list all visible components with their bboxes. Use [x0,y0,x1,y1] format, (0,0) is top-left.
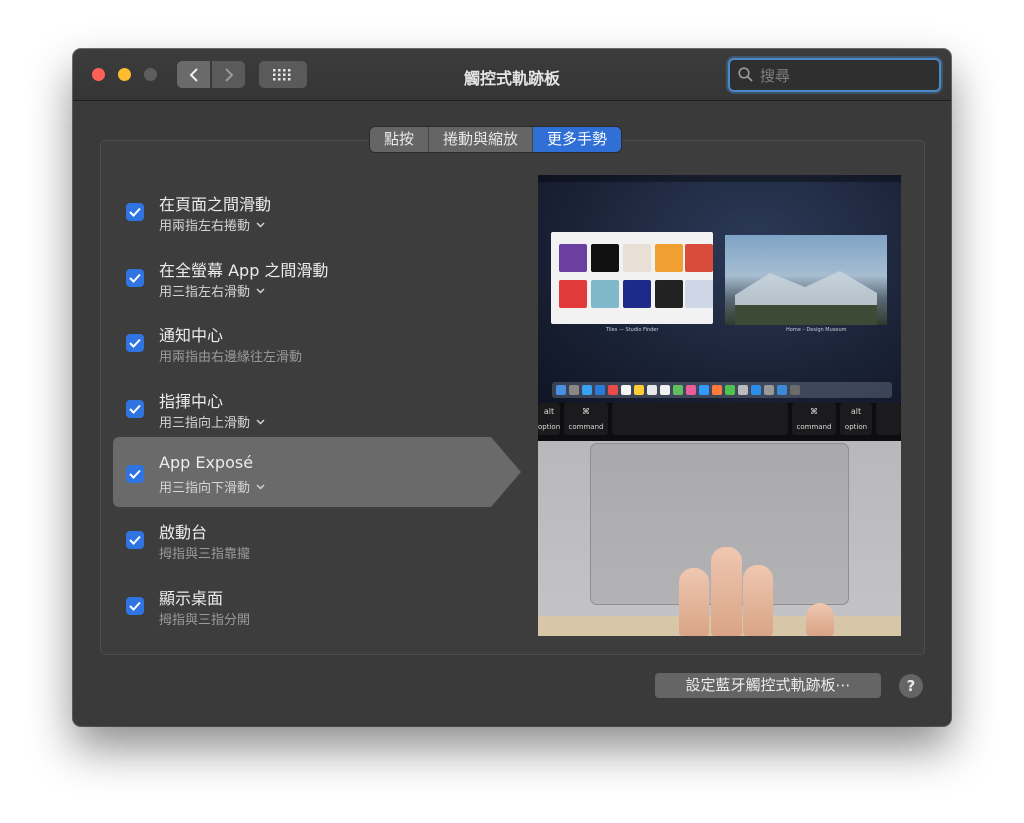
gesture-preview-video: Tiles — Studio Finder Home – Design Muse… [538,175,901,636]
preview-window-right-label: Home – Design Museum [786,327,847,333]
gesture-subtitle: 拇指與三指靠攏 [159,547,251,562]
checkbox[interactable] [126,334,144,352]
museum-building-icon [735,271,877,325]
checkmark-icon [129,535,141,545]
checkbox[interactable] [126,269,144,287]
checkmark-icon [129,601,141,611]
checkmark-icon [129,404,141,414]
preview-finger-middle [711,547,742,636]
key-arrow [876,403,901,435]
title-bar: 觸控式軌跡板 [73,49,951,101]
checkmark-icon [129,469,141,479]
checkmark-icon [129,273,141,283]
system-preferences-window: 觸控式軌跡板 點按 捲動與縮放 更多手勢 在頁面之間滑動 用兩指左右捲動 在全螢… [73,49,951,726]
checkmark-icon [129,338,141,348]
gesture-title: 啟動台 [159,523,208,542]
chevron-down-icon [256,221,265,228]
checkbox[interactable] [126,400,144,418]
checkbox[interactable] [126,597,144,615]
gesture-title: 顯示桌面 [159,589,224,608]
gesture-row-show-desktop[interactable]: 顯示桌面 拇指與三指分開 [113,569,521,639]
gesture-title: 在頁面之間滑動 [159,195,272,214]
chevron-down-icon [256,287,265,294]
preview-thumb [806,603,834,636]
gesture-row-notification-center[interactable]: 通知中心 用兩指由右邊緣往左滑動 [113,306,521,376]
gesture-option-menu[interactable]: 用三指左右滑動 [159,281,265,300]
preview-dock [552,382,892,398]
help-button[interactable]: ? [899,674,923,698]
key-command-right: ⌘ command [792,403,836,435]
gesture-subtitle: 用三指向上滑動 [159,416,251,431]
gesture-option-menu[interactable]: 用兩指左右捲動 [159,215,265,234]
gesture-subtitle: 用三指左右滑動 [159,285,251,300]
preview-window-right [725,235,887,325]
checkmark-icon [129,207,141,217]
search-icon [738,67,753,82]
gesture-row-mission-control[interactable]: 指揮中心 用三指向上滑動 [113,372,521,442]
tab-scroll-and-zoom[interactable]: 捲動與縮放 [429,127,534,152]
gesture-row-launchpad[interactable]: 啟動台 拇指與三指靠攏 [113,503,521,573]
preview-finger-ring [743,565,773,636]
gesture-subtitle: 用兩指由右邊緣往左滑動 [159,350,303,365]
gesture-row-app-expose[interactable]: App Exposé 用三指向下滑動 [113,437,521,507]
setup-bluetooth-trackpad-button[interactable]: 設定藍牙觸控式軌跡板⋯ [655,673,881,698]
gesture-title: 通知中心 [159,326,224,345]
gesture-subtitle: 拇指與三指分開 [159,613,251,628]
gesture-option-menu[interactable]: 用三指向下滑動 [159,477,265,496]
gesture-row-swipe-between-fullscreen-apps[interactable]: 在全螢幕 App 之間滑動 用三指左右滑動 [113,241,521,311]
gesture-title: 指揮中心 [159,392,224,411]
gesture-subtitle: 用兩指左右捲動 [159,219,251,234]
preview-window-left-label: Tiles — Studio Finder [606,327,659,333]
tab-more-gestures[interactable]: 更多手勢 [533,127,622,152]
preview-finger-index [679,568,709,636]
search-input[interactable] [758,64,932,88]
checkbox[interactable] [126,531,144,549]
gesture-subtitle: 用三指向下滑動 [159,481,251,496]
checkbox[interactable] [126,203,144,221]
key-option-right: alt option [840,403,872,435]
preview-window-left [551,232,713,324]
gesture-title: App Exposé [159,453,254,472]
tab-bar: 點按 捲動與縮放 更多手勢 [370,127,622,152]
tab-point-and-click[interactable]: 點按 [370,127,430,152]
preview-menu-bar [538,175,901,182]
key-command-left: ⌘ command [564,403,608,435]
gesture-option-menu[interactable]: 用三指向上滑動 [159,412,265,431]
search-field[interactable] [728,58,941,92]
chevron-down-icon [256,418,265,425]
key-space [612,403,788,435]
gesture-row-swipe-between-pages[interactable]: 在頁面之間滑動 用兩指左右捲動 [113,175,521,245]
checkbox[interactable] [126,465,144,483]
key-option-left: alt option [538,403,560,435]
gesture-title: 在全螢幕 App 之間滑動 [159,261,329,280]
chevron-down-icon [256,483,265,490]
preview-keyboard: alt option ⌘ command ⌘ command alt optio… [538,403,901,441]
preview-screen: Tiles — Studio Finder Home – Design Muse… [538,175,901,403]
